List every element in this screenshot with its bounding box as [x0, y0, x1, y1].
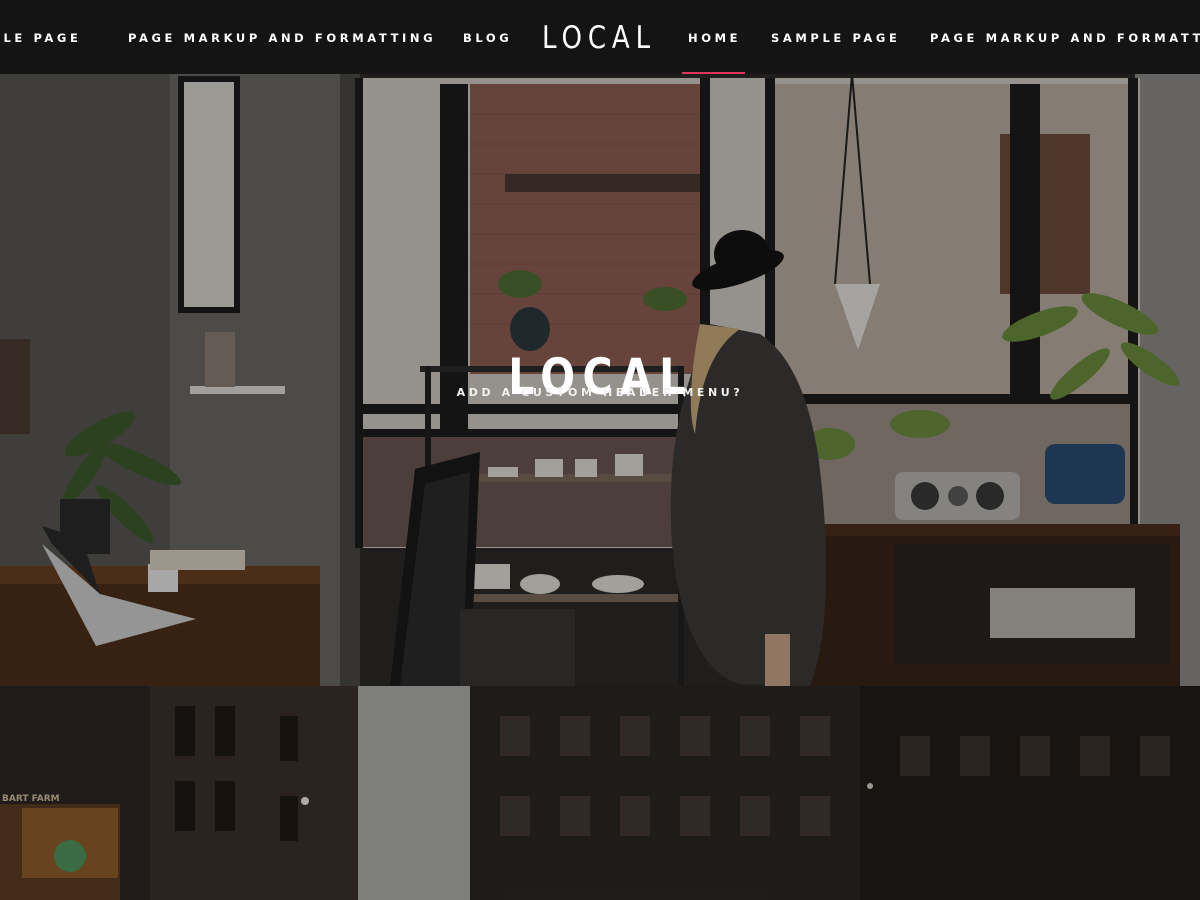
nav-link-home[interactable]: HOME	[681, 0, 746, 74]
hero-tagline: ADD A CUSTOM HEADER MENU?	[456, 386, 744, 399]
nav-link-page-markup-left[interactable]: PAGE MARKUP AND FORMATTING	[128, 0, 436, 74]
hero-header: LOCAL ADD A CUSTOM HEADER MENU?	[0, 74, 1200, 686]
nav-link-sample-page-left[interactable]: SAMPLE PAGE	[0, 0, 81, 74]
nav-link-blog[interactable]: BLOG	[463, 0, 512, 74]
nav-link-sample-page-right[interactable]: SAMPLE PAGE	[771, 0, 900, 74]
nav-link-page-markup-right[interactable]: PAGE MARKUP AND FORMATTING	[930, 0, 1200, 74]
street-background-image: BART FARM	[0, 686, 1200, 900]
featured-image-section: BART FARM	[0, 686, 1200, 900]
site-logo[interactable]: LOCAL	[542, 0, 656, 74]
primary-navigation: SAMPLE PAGE PAGE MARKUP AND FORMATTING B…	[0, 0, 1200, 74]
